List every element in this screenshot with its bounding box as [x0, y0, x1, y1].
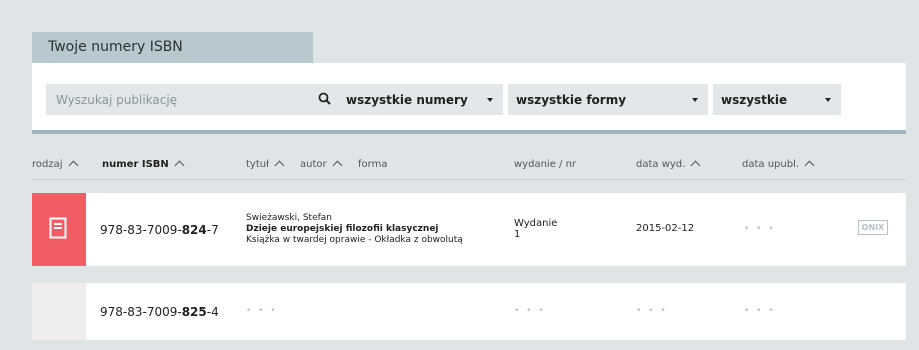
chevron-up-icon — [804, 160, 815, 171]
isbn-number[interactable]: 978-83-7009-825-4 — [100, 305, 219, 319]
chevron-up-icon — [174, 160, 185, 171]
column-tytul[interactable]: tytuł — [246, 159, 285, 171]
title: Dzieje europejskiej filozofii klasycznej — [246, 224, 439, 234]
table-row[interactable]: 978-83-7009-824-7 Swieżawski, Stefan Dzi… — [32, 193, 906, 266]
publication-date: 2015-02-12 — [636, 223, 695, 234]
author: Swieżawski, Stefan — [246, 213, 333, 223]
onix-button[interactable]: ONIX — [858, 220, 888, 235]
forms-select-value: wszystkie formy — [516, 93, 627, 107]
publication-type-cell — [32, 193, 86, 266]
isbn-table: rodzaj numer ISBN tytuł autor forma wyda… — [32, 134, 906, 350]
chevron-up-icon — [68, 160, 78, 171]
edition-placeholder: • • • — [514, 306, 546, 316]
numbers-select-value: wszystkie numery — [346, 93, 468, 107]
isbn-page: Twoje numery ISBN wszystkie numery wszys… — [0, 0, 919, 350]
search-input[interactable] — [46, 84, 296, 115]
column-forma: forma — [358, 159, 388, 170]
publication-type-cell — [32, 283, 86, 340]
status-select-value: wszystkie — [721, 93, 788, 107]
publish-date-placeholder: • • • — [744, 224, 776, 234]
column-rodzaj[interactable]: rodzaj — [32, 159, 78, 171]
publication-details: Swieżawski, Stefan Dzieje europejskiej f… — [246, 213, 463, 246]
chevron-down-icon — [487, 98, 493, 102]
column-data-wyd[interactable]: data wyd. — [636, 159, 701, 171]
chevron-down-icon — [825, 98, 831, 102]
chevron-down-icon — [692, 98, 698, 102]
column-wydanie: wydanie / nr — [514, 159, 577, 170]
isbn-number[interactable]: 978-83-7009-824-7 — [100, 223, 219, 237]
table-header: rodzaj numer ISBN tytuł autor forma wyda… — [32, 134, 906, 180]
tab-twoje-numery-isbn[interactable]: Twoje numery ISBN — [32, 32, 313, 63]
table-row[interactable]: 978-83-7009-825-4 • • • • • • • • • • • … — [32, 283, 906, 340]
column-isbn[interactable]: numer ISBN — [102, 159, 185, 171]
title-placeholder: • • • — [246, 306, 278, 316]
tab-label: Twoje numery ISBN — [48, 39, 183, 55]
status-select[interactable]: wszystkie — [713, 84, 841, 115]
chevron-up-icon — [274, 160, 285, 171]
book-icon — [49, 217, 67, 239]
column-data-upubl[interactable]: data upubl. — [742, 159, 815, 171]
search-box — [46, 84, 341, 115]
edition: Wydanie 1 — [514, 218, 558, 240]
form: Książka w twardej oprawie - Okładka z ob… — [246, 235, 463, 245]
publication-date-placeholder: • • • — [636, 306, 668, 316]
filter-bar: wszystkie numery wszystkie formy wszystk… — [32, 63, 906, 134]
column-autor[interactable]: autor — [300, 159, 343, 171]
numbers-select[interactable]: wszystkie numery — [338, 84, 503, 115]
forms-select[interactable]: wszystkie formy — [508, 84, 708, 115]
search-icon[interactable] — [317, 91, 333, 107]
chevron-up-icon — [332, 160, 343, 171]
chevron-up-icon — [690, 160, 701, 171]
publish-date-placeholder: • • • — [744, 306, 776, 316]
